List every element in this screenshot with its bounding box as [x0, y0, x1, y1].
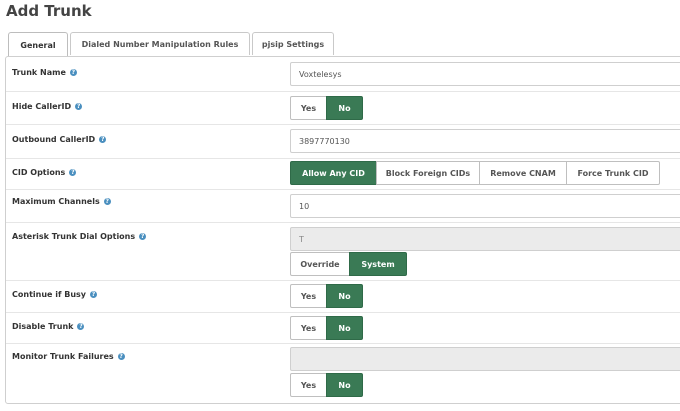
asterisk-dial-options-toggle: Override System — [290, 252, 407, 276]
asterisk-dial-options-label: Asterisk Trunk Dial Options ? — [12, 230, 147, 242]
continue-if-busy-yes-button[interactable]: Yes — [290, 284, 327, 308]
trunk-name-label-text: Trunk Name — [12, 67, 66, 77]
outbound-callerid-input[interactable]: 3897770130 — [290, 129, 680, 153]
monitor-trunk-failures-label-text: Monitor Trunk Failures — [12, 351, 114, 361]
row-divider — [6, 189, 680, 190]
cid-options-label-text: CID Options — [12, 167, 66, 177]
continue-if-busy-label-text: Continue if Busy — [12, 289, 87, 299]
row-divider — [6, 343, 680, 344]
continue-if-busy-toggle: Yes No — [290, 284, 363, 308]
monitor-trunk-failures-input[interactable] — [290, 347, 680, 371]
trunk-name-input[interactable]: Voxtelesys — [290, 62, 680, 86]
hide-callerid-toggle: Yes No — [290, 96, 363, 120]
monitor-trunk-failures-toggle: Yes No — [290, 373, 363, 397]
tab-general[interactable]: General — [8, 32, 68, 57]
help-icon[interactable]: ? — [117, 352, 125, 360]
outbound-callerid-label-text: Outbound CallerID — [12, 134, 96, 144]
tab-dialed-number-manipulation-rules[interactable]: Dialed Number Manipulation Rules — [70, 32, 250, 55]
hide-callerid-label: Hide CallerID ? — [12, 100, 83, 112]
help-icon[interactable]: ? — [69, 68, 77, 76]
disable-trunk-toggle: Yes No — [290, 316, 363, 340]
asterisk-dial-options-label-text: Asterisk Trunk Dial Options — [12, 231, 136, 241]
maximum-channels-label-text: Maximum Channels — [12, 196, 100, 206]
hide-callerid-no-button[interactable]: No — [326, 96, 363, 120]
help-icon[interactable]: ? — [77, 322, 85, 330]
row-divider — [6, 312, 680, 313]
help-icon[interactable]: ? — [69, 168, 77, 176]
continue-if-busy-label: Continue if Busy ? — [12, 288, 98, 300]
hide-callerid-yes-button[interactable]: Yes — [290, 96, 327, 120]
dial-options-system-button[interactable]: System — [349, 252, 407, 276]
disable-trunk-label: Disable Trunk ? — [12, 320, 85, 332]
cid-block-foreign-button[interactable]: Block Foreign CIDs — [376, 161, 480, 185]
cid-remove-cnam-button[interactable]: Remove CNAM — [479, 161, 567, 185]
row-divider — [6, 280, 680, 281]
row-divider — [6, 158, 680, 159]
cid-force-trunk-button[interactable]: Force Trunk CID — [566, 161, 660, 185]
disable-trunk-label-text: Disable Trunk — [12, 321, 74, 331]
help-icon[interactable]: ? — [75, 102, 83, 110]
hide-callerid-label-text: Hide CallerID — [12, 101, 72, 111]
monitor-trunk-failures-no-button[interactable]: No — [326, 373, 363, 397]
disable-trunk-yes-button[interactable]: Yes — [290, 316, 327, 340]
help-icon[interactable]: ? — [90, 290, 98, 298]
help-icon[interactable]: ? — [103, 197, 111, 205]
dial-options-override-button[interactable]: Override — [290, 252, 350, 276]
outbound-callerid-label: Outbound CallerID ? — [12, 133, 107, 145]
row-divider — [6, 91, 680, 92]
help-icon[interactable]: ? — [139, 232, 147, 240]
disable-trunk-no-button[interactable]: No — [326, 316, 363, 340]
help-icon[interactable]: ? — [99, 135, 107, 143]
maximum-channels-label: Maximum Channels ? — [12, 195, 111, 207]
cid-options-label: CID Options ? — [12, 166, 77, 178]
cid-options-group: Allow Any CID Block Foreign CIDs Remove … — [290, 161, 660, 185]
trunk-name-label: Trunk Name ? — [12, 66, 77, 78]
asterisk-dial-options-input[interactable]: T — [290, 227, 680, 251]
page-title: Add Trunk — [6, 2, 92, 20]
row-divider — [6, 222, 680, 223]
tab-pjsip-settings[interactable]: pjsip Settings — [252, 32, 334, 55]
monitor-trunk-failures-label: Monitor Trunk Failures ? — [12, 350, 125, 362]
continue-if-busy-no-button[interactable]: No — [326, 284, 363, 308]
cid-allow-any-button[interactable]: Allow Any CID — [290, 161, 377, 185]
maximum-channels-input[interactable]: 10 — [290, 194, 680, 218]
row-divider — [6, 124, 680, 125]
monitor-trunk-failures-yes-button[interactable]: Yes — [290, 373, 327, 397]
